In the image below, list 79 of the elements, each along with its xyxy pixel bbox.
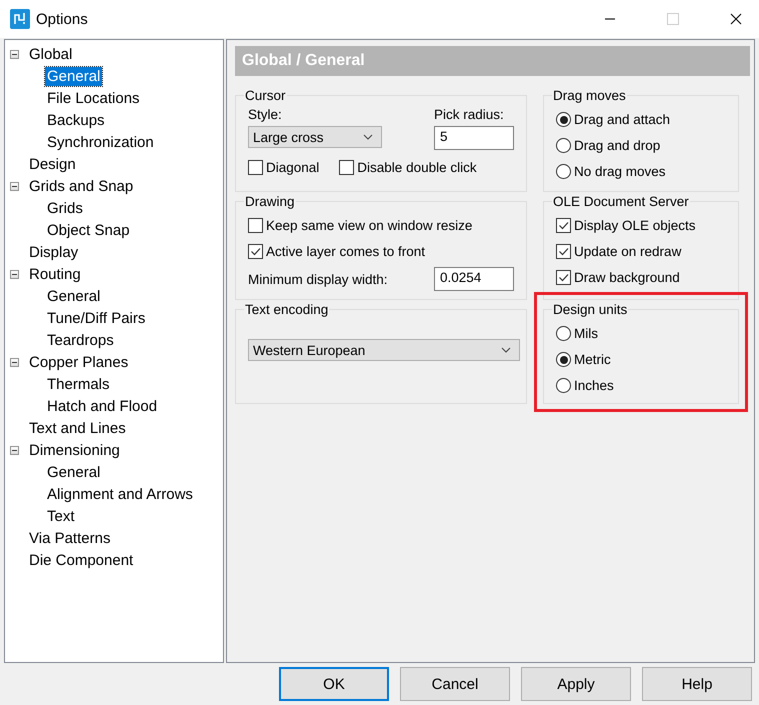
tree-item[interactable]: Via Patterns (27, 528, 112, 548)
encoding-dropdown[interactable]: Western European (248, 339, 520, 361)
checkbox[interactable] (556, 270, 571, 285)
radio-button[interactable] (556, 326, 571, 341)
tree-item[interactable]: Backups (45, 110, 107, 130)
field-label: Style: (248, 107, 283, 122)
group-title: Text encoding (244, 302, 330, 317)
maximize-icon (667, 13, 679, 25)
tree-item[interactable]: Routing (27, 264, 83, 284)
radio-label: Drag and attach (574, 112, 670, 127)
chevron-down-icon[interactable] (501, 347, 511, 353)
radio-label: Drag and drop (574, 138, 660, 153)
window-title: Options (36, 10, 88, 28)
tree-item[interactable]: Grids (45, 198, 85, 218)
tree-item[interactable]: Hatch and Flood (45, 396, 160, 416)
tree-item[interactable]: Alignment and Arrows (45, 484, 195, 504)
tree-item[interactable]: Dimensioning (27, 440, 122, 460)
field-label: Pick radius: (434, 107, 505, 122)
group-title: Drawing (244, 194, 296, 209)
tree-item[interactable]: General (45, 286, 102, 306)
tree-item[interactable]: Thermals (45, 374, 112, 394)
radio-button[interactable] (556, 352, 571, 367)
collapse-icon[interactable] (10, 182, 19, 190)
app-icon (10, 9, 30, 29)
checkbox-label: Diagonal (266, 160, 320, 175)
dialog-button[interactable]: Cancel (400, 667, 510, 701)
tree-item[interactable]: Text (45, 506, 77, 526)
tree-item[interactable]: Tune/Diff Pairs (45, 308, 148, 328)
tree-item[interactable]: Display (27, 242, 80, 262)
radio-label: Metric (574, 352, 611, 367)
radio-label: Mils (574, 326, 598, 341)
tree-item[interactable]: Copper Planes (27, 352, 130, 372)
group-title: OLE Document Server (552, 194, 690, 209)
checkbox-label: Draw background (574, 270, 680, 285)
dialog-button[interactable]: Help (642, 667, 752, 701)
checkbox-label: Keep same view on window resize (266, 218, 472, 233)
checkbox[interactable] (339, 160, 354, 175)
collapse-icon[interactable] (10, 446, 19, 454)
field-label: Minimum display width: (248, 272, 388, 286)
tree-item[interactable]: General (45, 66, 102, 86)
tree-item[interactable]: Teardrops (45, 330, 116, 350)
input-field[interactable]: 5 (434, 126, 514, 150)
collapse-icon[interactable] (10, 50, 19, 58)
radio-button[interactable] (556, 164, 571, 179)
checkbox[interactable] (248, 218, 263, 233)
dialog-button[interactable]: OK (279, 667, 389, 701)
collapse-icon[interactable] (10, 270, 19, 278)
checkbox-label: Display OLE objects (574, 218, 696, 233)
radio-label: No drag moves (574, 164, 666, 179)
radio-button[interactable] (556, 138, 571, 153)
group-title: Design units (552, 302, 628, 317)
radio-button[interactable] (556, 112, 571, 127)
collapse-icon[interactable] (10, 358, 19, 366)
checkbox[interactable] (556, 244, 571, 259)
input-field[interactable]: 0.0254 (434, 267, 514, 291)
page-header: Global / General (235, 46, 750, 76)
tree-item[interactable]: Global (27, 44, 74, 64)
radio-label: Inches (574, 378, 614, 393)
radio-button[interactable] (556, 378, 571, 393)
checkbox-label: Active layer comes to front (266, 244, 426, 259)
chevron-down-icon[interactable] (363, 134, 373, 140)
close-icon[interactable] (730, 13, 742, 25)
tree-item[interactable]: Design (27, 154, 78, 174)
group-title: Drag moves (552, 88, 627, 103)
tree-item[interactable]: File Locations (45, 88, 142, 108)
checkbox[interactable] (248, 244, 263, 259)
tree-item[interactable]: Object Snap (45, 220, 132, 240)
dialog-button[interactable]: Apply (521, 667, 631, 701)
style-dropdown[interactable]: Large cross (248, 126, 382, 148)
tree-item[interactable]: General (45, 462, 102, 482)
tree-item[interactable]: Die Component (27, 550, 136, 570)
checkbox-label: Disable double click (357, 160, 477, 175)
tree-item[interactable]: Text and Lines (27, 418, 128, 438)
checkbox[interactable] (556, 218, 571, 233)
checkbox[interactable] (248, 160, 263, 175)
checkbox-label: Update on redraw (574, 244, 682, 259)
group-title: Cursor (244, 88, 287, 103)
tree-item[interactable]: Synchronization (45, 132, 156, 152)
tree-item[interactable]: Grids and Snap (27, 176, 136, 196)
